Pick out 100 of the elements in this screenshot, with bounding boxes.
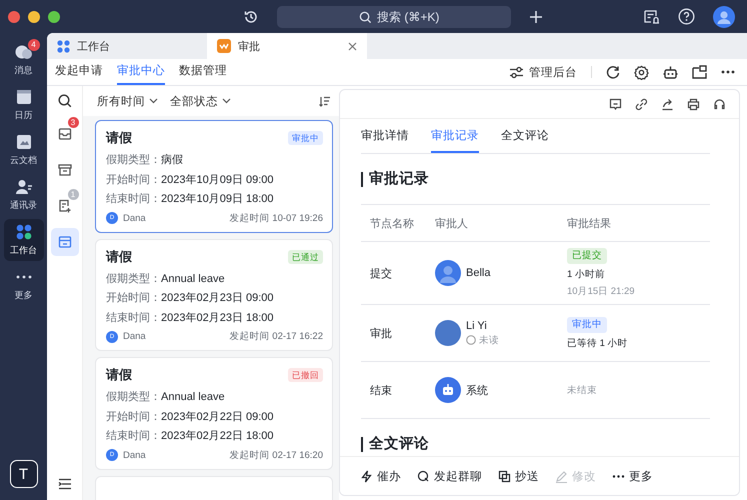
sidebar-item[interactable]: 工作台 (4, 219, 44, 261)
copy-icon (498, 470, 511, 482)
field-value: Annual leave (161, 272, 225, 284)
more-icon (16, 275, 32, 279)
sliders-icon (509, 66, 524, 78)
apps-grid-icon (14, 223, 34, 241)
card-title: 请假 (106, 366, 132, 384)
chat-bubbles-icon (14, 43, 34, 61)
user-avatar[interactable]: T (10, 460, 38, 488)
list-menu-icon[interactable] (58, 478, 72, 490)
nav-tab[interactable]: 数据管理 (179, 59, 227, 85)
field-label: 开始时间： (106, 174, 161, 186)
search-field[interactable]: 搜索 (⌘+K) (277, 6, 511, 28)
sort-icon[interactable] (319, 96, 331, 106)
search-icon[interactable] (58, 94, 72, 108)
sidebar-item[interactable]: 消息 4 (4, 39, 44, 81)
help-icon[interactable] (678, 8, 695, 25)
nav-tab[interactable]: 发起申请 (55, 59, 103, 85)
author-name: Dana (123, 450, 146, 460)
user-avatar-icon[interactable] (713, 6, 735, 28)
admin-console-button[interactable]: 管理后台 (509, 64, 577, 80)
detail-tab[interactable]: 审批详情 (361, 128, 409, 153)
column-header: 审批结果 (567, 216, 612, 230)
field-label: 结束时间： (106, 193, 161, 205)
card-title: 请假 (106, 248, 132, 266)
side-nav-item[interactable]: 3 (50, 120, 78, 148)
field-label: 假期类型： (106, 391, 161, 403)
result-text: 10月15日 21:29 (567, 285, 635, 298)
window-icon[interactable] (692, 65, 707, 79)
window-tab[interactable]: 审批 (207, 33, 367, 59)
status-tag: 已撤回 (288, 368, 323, 382)
section-heading: 全文评论 (361, 437, 710, 452)
action-button[interactable]: 更多 (612, 464, 653, 488)
action-button[interactable]: 抄送 (498, 464, 539, 488)
status-tag: 审批中 (567, 316, 607, 332)
more-icon[interactable] (721, 70, 735, 74)
search-icon (359, 10, 372, 24)
sidebar-item[interactable]: 日历 (4, 84, 44, 126)
caret-icon (222, 98, 231, 104)
field-value: 2023年02月22日 09:00 (161, 410, 274, 422)
count-badge: 1 (68, 189, 78, 200)
plus-icon[interactable] (529, 10, 543, 24)
detail-tab[interactable]: 审批记录 (431, 128, 479, 153)
sidebar-item[interactable]: 云文档 (4, 129, 44, 171)
field-value: 2023年10月09日 09:00 (161, 174, 274, 186)
field-value: 2023年02月23日 09:00 (161, 292, 274, 304)
status-tag: 已提交 (567, 248, 607, 264)
approver-name: Li Yi (466, 320, 488, 332)
robot-avatar-icon (435, 377, 461, 403)
inbox-icon (58, 127, 72, 141)
settings-icon[interactable] (634, 64, 649, 80)
node-name: 提交 (369, 266, 393, 280)
detail-tab[interactable]: 全文评论 (501, 128, 549, 153)
apps-grid-icon (57, 40, 70, 52)
share-icon[interactable] (661, 98, 674, 110)
archive-box-icon (58, 163, 72, 177)
history-icon[interactable] (243, 8, 259, 24)
print-icon[interactable] (687, 98, 700, 110)
column-header: 节点名称 (369, 216, 415, 230)
field-label: 假期类型： (106, 272, 161, 284)
submit-time: 发起时间 02-17 16:20 (230, 448, 323, 462)
robot-icon[interactable] (663, 64, 678, 80)
filter-dropdown[interactable]: 所有时间 (97, 94, 158, 108)
result-text: 1 小时前 (567, 268, 605, 281)
unread-badge: 4 (28, 39, 40, 51)
submit-time: 发起时间 02-17 16:22 (230, 330, 323, 343)
result-text: 已等待 1 小时 (567, 336, 628, 350)
card-title: 请假 (106, 129, 132, 147)
document-add-icon (58, 199, 72, 213)
submit-time: 发起时间 10-07 19:26 (230, 212, 323, 224)
filter-dropdown[interactable]: 全部状态 (170, 94, 231, 108)
status-tag: 审批中 (288, 131, 323, 145)
column-header: 审批人 (435, 216, 469, 230)
chat-search-icon (417, 470, 430, 482)
author-name: Dana (123, 331, 146, 342)
window-tab[interactable]: 工作台 (47, 33, 207, 59)
comment-icon[interactable] (609, 98, 622, 110)
refresh-icon[interactable] (606, 65, 620, 79)
field-label: 假期类型： (106, 154, 161, 166)
notification-list-icon[interactable] (643, 8, 660, 24)
side-nav-item[interactable] (50, 228, 78, 256)
sidebar-item[interactable]: 通讯录 (4, 174, 44, 216)
close-icon[interactable] (348, 42, 357, 50)
sidebar-item[interactable]: 更多 (4, 264, 44, 306)
link-icon[interactable] (635, 98, 648, 110)
approver-name: 系统 (466, 384, 488, 398)
person-avatar-icon (435, 260, 461, 286)
headset-icon[interactable] (713, 98, 726, 110)
field-label: 开始时间： (106, 292, 161, 304)
action-button[interactable]: 发起群聊 (417, 464, 482, 488)
field-label: 结束时间： (106, 312, 161, 324)
node-name: 结束 (369, 384, 393, 398)
field-value: 2023年02月23日 18:00 (161, 312, 274, 324)
result-text: 未结束 (567, 384, 597, 396)
lightning-icon (360, 470, 373, 482)
author-name: Dana (123, 212, 146, 224)
field-value: 2023年10月09日 18:00 (161, 193, 274, 205)
action-button[interactable]: 催办 (360, 464, 401, 488)
node-name: 审批 (369, 326, 393, 340)
field-value: 病假 (161, 154, 183, 166)
